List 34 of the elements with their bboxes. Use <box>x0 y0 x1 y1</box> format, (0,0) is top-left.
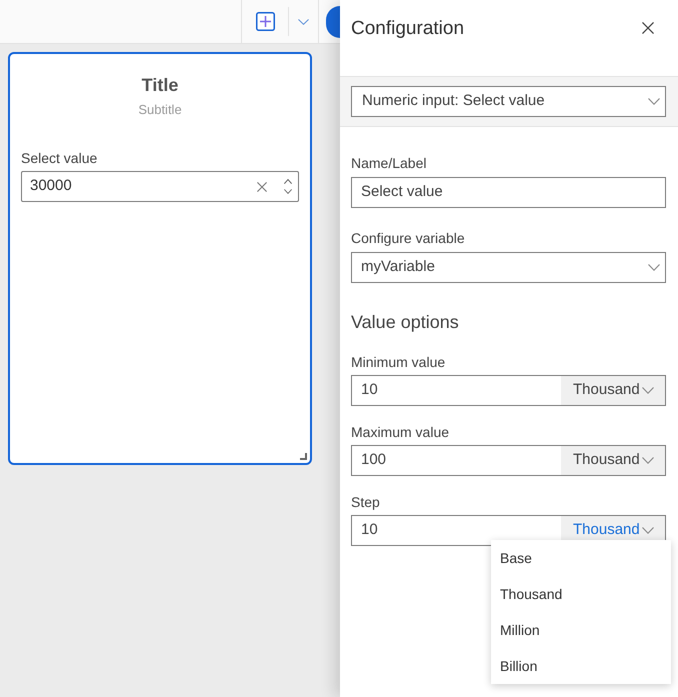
variable-select[interactable]: myVariable <box>351 252 666 283</box>
field-label: Select value <box>21 149 98 168</box>
chevron-down-icon[interactable] <box>642 527 654 534</box>
chevron-down-icon[interactable] <box>648 264 660 271</box>
close-icon[interactable] <box>642 22 654 34</box>
widget-card[interactable]: Title Subtitle Select value 30000 <box>8 52 312 465</box>
number-input[interactable]: 30000 <box>21 171 299 202</box>
field-label: Name/Label <box>351 154 426 173</box>
chevron-down-icon[interactable] <box>284 189 292 194</box>
card-subtitle: Subtitle <box>137 101 183 119</box>
chevron-down-icon[interactable] <box>298 18 309 24</box>
menu-item[interactable]: Thousand <box>491 576 671 612</box>
field-label: Step <box>351 493 380 512</box>
chevron-down-icon[interactable] <box>642 457 654 464</box>
chevron-down-icon[interactable] <box>648 98 660 105</box>
resize-handle-icon[interactable] <box>300 453 307 460</box>
clear-icon[interactable] <box>257 182 267 192</box>
text-input[interactable]: Select value <box>351 177 666 208</box>
menu-item[interactable]: Billion <box>491 648 671 684</box>
number-input[interactable]: 100 <box>352 446 561 475</box>
field-label: Minimum value <box>351 353 446 372</box>
field-label: Maximum value <box>351 423 450 442</box>
unit-dropdown[interactable]: Thousand <box>561 446 665 475</box>
add-icon[interactable] <box>256 12 274 31</box>
panel-title: Configuration <box>351 17 464 41</box>
chevron-down-icon[interactable] <box>642 387 654 394</box>
unit-dropdown[interactable]: Thousand <box>561 376 665 405</box>
card-title: Title <box>140 74 180 97</box>
number-input[interactable]: 10 <box>352 376 561 405</box>
chevron-up-icon[interactable] <box>284 179 292 184</box>
menu-item[interactable]: Million <box>491 612 671 648</box>
section-heading: Value options <box>351 311 459 334</box>
field-label: Configure variable <box>351 229 465 248</box>
component-select[interactable]: Numeric input: Select value <box>351 86 666 117</box>
